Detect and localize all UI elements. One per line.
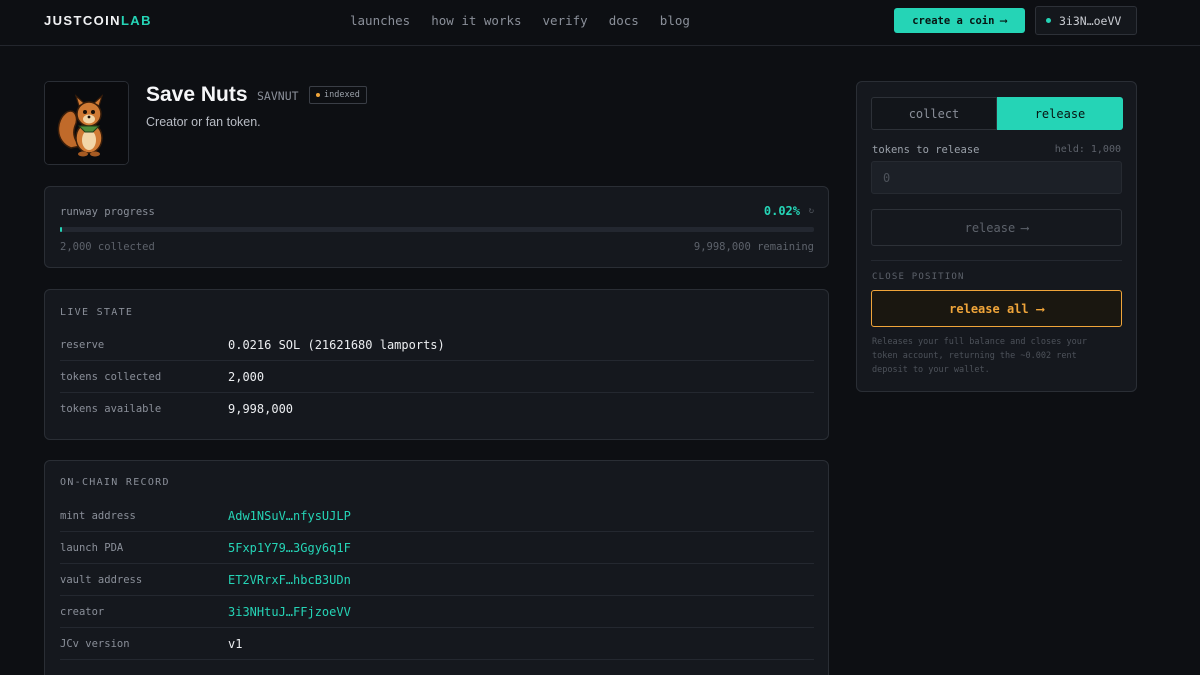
row-key: creator	[60, 605, 105, 618]
indexed-dot-icon	[316, 93, 320, 97]
arrow-right-icon: ⟶	[1000, 14, 1007, 27]
refresh-icon[interactable]: ↻	[809, 206, 814, 216]
on-chain-record-card: ON-CHAIN RECORD mint address Adw1NSuV…nf…	[44, 460, 829, 675]
status-badge: indexed	[309, 86, 367, 104]
section-title-live-state: LIVE STATE	[60, 307, 134, 318]
progress-collected: 2,000 collected	[60, 241, 155, 253]
table-row: vault address ET2VRrxF…hbcB3UDn	[60, 564, 814, 596]
progress-label: runway progress	[60, 206, 155, 218]
table-row: JCv version v1	[60, 628, 814, 660]
release-button-label: release	[964, 220, 1016, 235]
status-badge-label: indexed	[324, 90, 360, 100]
logo-accent-text: LAB	[120, 13, 152, 28]
create-coin-label: create a coin	[912, 14, 995, 27]
tab-collect[interactable]: collect	[871, 97, 997, 130]
nav-link-how-it-works[interactable]: how it works	[431, 13, 521, 28]
row-key: mint address	[60, 509, 136, 522]
release-all-button[interactable]: release all ⟶	[871, 290, 1122, 327]
arrow-right-icon: ⟶	[1036, 301, 1044, 316]
main-nav: launches how it works verify docs blog	[350, 13, 711, 28]
nav-link-launches[interactable]: launches	[350, 13, 410, 28]
brand-logo[interactable]: JUSTCOINLAB	[44, 13, 152, 28]
squirrel-mascot-icon	[45, 82, 128, 164]
table-row: creator 3i3NHtuJ…FFjzoeVV	[60, 596, 814, 628]
create-coin-button[interactable]: create a coin ⟶	[894, 8, 1025, 33]
token-symbol: SAVNUT	[257, 89, 299, 103]
arrow-right-icon: ⟶	[1021, 220, 1029, 235]
token-avatar	[44, 81, 129, 165]
table-row: launch PDA 5Fxp1Y79…3Ggy6q1F	[60, 532, 814, 564]
mint-address-link[interactable]: Adw1NSuV…nfysUJLP	[228, 509, 351, 523]
row-key: tokens available	[60, 403, 162, 415]
row-key: vault address	[60, 573, 143, 586]
table-row: reserve 0.0216 SOL (21621680 lamports)	[60, 329, 814, 361]
top-nav-bar: JUSTCOINLAB launches how it works verify…	[0, 0, 1200, 46]
row-value: 9,998,000	[228, 402, 294, 416]
progress-remaining: 9,998,000 remaining	[693, 241, 814, 253]
progress-bar-fill	[60, 227, 62, 232]
release-all-label: release all	[949, 301, 1029, 316]
progress-bar	[60, 227, 814, 232]
vault-address-link[interactable]: ET2VRrxF…hbcB3UDn	[228, 573, 351, 587]
table-row: tokens collected 2,000	[60, 361, 814, 393]
tab-release[interactable]: release	[997, 97, 1123, 130]
close-position-label: CLOSE POSITION	[872, 272, 965, 282]
launch-pda-link[interactable]: 5Fxp1Y79…3Ggy6q1F	[228, 541, 351, 555]
nav-link-docs[interactable]: docs	[609, 13, 639, 28]
table-row: tokens available 9,998,000	[60, 393, 814, 425]
release-amount-input[interactable]	[871, 161, 1122, 194]
wallet-address: 3i3N…oeVV	[1059, 13, 1122, 28]
live-state-card: LIVE STATE reserve 0.0216 SOL (21621680 …	[44, 289, 829, 440]
runway-progress-card: runway progress 0.02% ↻ 2,000 collected …	[44, 186, 829, 268]
row-key: launch PDA	[60, 541, 124, 554]
progress-percent: 0.02%	[763, 204, 800, 218]
amount-field-label: tokens to release	[872, 144, 980, 156]
row-value: v1	[228, 636, 243, 651]
row-key: JCv version	[60, 637, 130, 650]
connected-dot-icon	[1046, 18, 1051, 23]
divider	[871, 260, 1122, 261]
table-row: mint address Adw1NSuV…nfysUJLP	[60, 500, 814, 532]
creator-address-link[interactable]: 3i3NHtuJ…FFjzoeVV	[228, 605, 351, 619]
release-all-note: Releases your full balance and closes yo…	[872, 337, 1087, 375]
logo-main-text: JUSTCOIN	[44, 13, 121, 28]
trade-panel: collect release tokens to release held: …	[856, 81, 1137, 392]
nav-link-verify[interactable]: verify	[543, 13, 588, 28]
release-button[interactable]: release ⟶	[871, 209, 1122, 246]
token-name: Save Nuts	[146, 83, 248, 106]
nav-link-blog[interactable]: blog	[660, 13, 690, 28]
held-balance: held: 1,000	[1054, 144, 1121, 155]
token-description: Creator or fan token.	[146, 115, 261, 129]
wallet-button[interactable]: 3i3N…oeVV	[1035, 6, 1137, 35]
row-value: 0.0216 SOL (21621680 lamports)	[228, 337, 445, 352]
section-title-on-chain-record: ON-CHAIN RECORD	[60, 477, 170, 488]
row-value: 2,000	[228, 369, 265, 384]
row-key: tokens collected	[60, 370, 162, 383]
row-key: reserve	[60, 338, 105, 351]
